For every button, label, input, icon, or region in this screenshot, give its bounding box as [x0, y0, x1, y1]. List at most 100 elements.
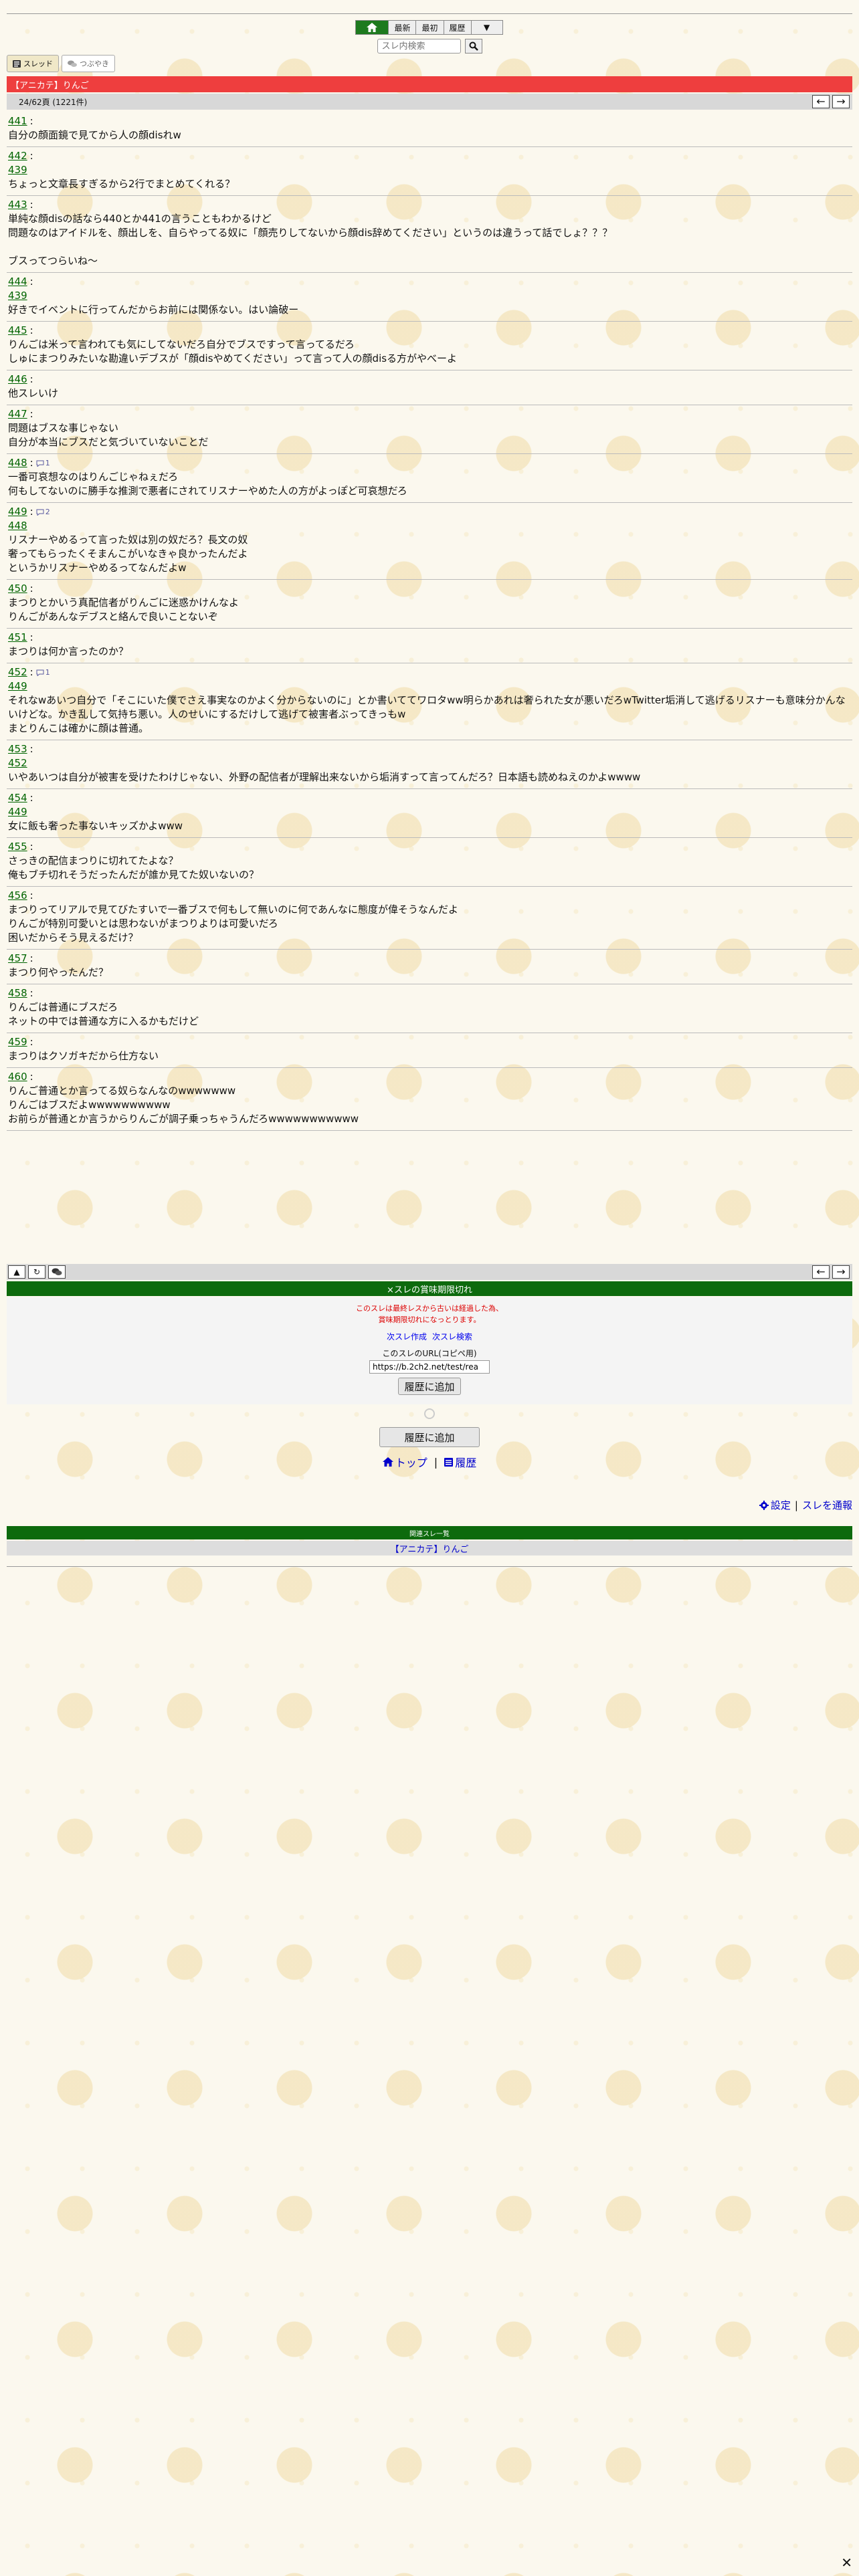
reply-anchor-link[interactable]: 448	[8, 519, 851, 533]
post-body-line: まつりはクソガキだから仕方ない	[8, 1050, 159, 1062]
post-header: 448: 1	[8, 456, 851, 470]
settings-links: 設定 | スレを通報	[759, 1498, 852, 1512]
reply-count-badge[interactable]: 2	[36, 505, 50, 519]
page-info: 24/62頁 (1221件)	[19, 97, 88, 107]
post-body-line: 問題はブスな事じゃない	[8, 422, 119, 434]
bottom-page-arrows: ← →	[812, 1265, 850, 1279]
post-body-line: 俺もブチ切れそうだったんだが誰か見てた奴いないの？	[8, 869, 260, 881]
next-page-button[interactable]: →	[832, 95, 850, 108]
post-body-line: 女に飯も奢った事ないキッズかよwww	[8, 820, 183, 832]
top-divider	[7, 13, 852, 14]
post-item: 451: まつりは何か言ったのか？	[7, 629, 852, 663]
post-header: 442:	[8, 149, 851, 163]
post-number-link[interactable]: 448	[8, 456, 27, 470]
post-item: 452: 1 449 それなwあいつ自分で「そこにいた僕でさえ事実なのかよく分からない…	[7, 663, 852, 740]
post-number-link[interactable]: 459	[8, 1035, 27, 1049]
post-colon: :	[29, 115, 33, 127]
tsubuyaki-mode-button[interactable]: つぶやき	[62, 55, 115, 72]
history-link[interactable]: 履歴	[444, 1454, 476, 1470]
post-number-link[interactable]: 450	[8, 582, 27, 596]
post-colon: :	[29, 952, 33, 964]
post-number-link[interactable]: 445	[8, 324, 27, 338]
post-number-link[interactable]: 449	[8, 505, 27, 519]
post-number-link[interactable]: 447	[8, 407, 27, 421]
post-header: 453:	[8, 742, 851, 756]
latest-button[interactable]: 最新	[388, 20, 417, 35]
reply-count: 2	[45, 508, 50, 516]
post-item: 445: りんごは米って言われても気にしてないだろ自分でブスですって言ってるだろし…	[7, 322, 852, 370]
speech-bubble-icon	[36, 460, 44, 467]
reply-count-badge[interactable]: 1	[36, 456, 50, 470]
menu-dropdown-button[interactable]: ▼	[470, 20, 503, 35]
first-button[interactable]: 最初	[415, 20, 444, 35]
post-header: 445:	[8, 324, 851, 338]
post-number-link[interactable]: 452	[8, 665, 27, 679]
thread-url-field[interactable]	[369, 1360, 490, 1374]
home-button[interactable]	[355, 20, 389, 35]
prev-page-button[interactable]: ←	[812, 95, 830, 108]
add-history-button[interactable]: 履歴に追加	[398, 1378, 461, 1395]
post-number-link[interactable]: 443	[8, 198, 27, 212]
footer-links: トップ | 履歴	[0, 1454, 859, 1470]
post-header: 459:	[8, 1035, 851, 1049]
top-link[interactable]: トップ	[382, 1454, 427, 1470]
reply-anchor-link[interactable]: 449	[8, 679, 851, 693]
reply-anchor-link[interactable]: 439	[8, 163, 851, 177]
history-button[interactable]: 履歴	[443, 20, 472, 35]
post-number-link[interactable]: 442	[8, 149, 27, 163]
post-body-line: 何もしてないのに勝手な推測で悪者にされてリスナーやめた人の方がよっぽど可哀想だろ	[8, 485, 407, 497]
add-history-button-2[interactable]: 履歴に追加	[379, 1427, 480, 1447]
arrow-left-icon: ←	[816, 1265, 826, 1278]
reply-anchor-link[interactable]: 452	[8, 756, 851, 770]
speech-bubbles-icon	[52, 1268, 62, 1275]
post-header: 458:	[8, 986, 851, 1000]
post-body-line: りんご普通とか言ってる奴らなんなのwwwwwww	[8, 1085, 236, 1097]
reload-button[interactable]: ↻	[28, 1265, 45, 1279]
reply-anchor-link[interactable]: 439	[8, 289, 851, 303]
home-icon	[382, 1457, 393, 1467]
thread-search-input[interactable]	[377, 39, 461, 53]
post-item: 443: 単純な顔disの話なら440とか441の言うこともわかるけど 問題なのはア…	[7, 196, 852, 273]
settings-link[interactable]: 設定	[759, 1498, 791, 1512]
history-link-label: 履歴	[455, 1457, 477, 1469]
tsubuyaki-button[interactable]	[48, 1265, 66, 1279]
post-number-link[interactable]: 456	[8, 889, 27, 903]
scroll-top-button[interactable]: ▲	[8, 1265, 25, 1279]
post-number-link[interactable]: 455	[8, 840, 27, 854]
reply-count-badge[interactable]: 1	[36, 665, 50, 679]
thread-mode-button[interactable]: スレッド	[7, 55, 59, 72]
search-button[interactable]	[464, 39, 482, 53]
speech-bubble-icon	[36, 509, 44, 516]
reply-count: 1	[45, 668, 50, 677]
next-thread-search-link[interactable]: 次スレ検索	[432, 1332, 472, 1341]
post-number-link[interactable]: 441	[8, 114, 27, 128]
close-icon[interactable]: ✕	[841, 2555, 852, 2571]
triangle-up-icon: ▲	[13, 1267, 20, 1277]
post-number-link[interactable]: 453	[8, 742, 27, 756]
bottom-next-page-button[interactable]: →	[832, 1265, 850, 1279]
post-number-link[interactable]: 446	[8, 372, 27, 387]
reply-anchor-link[interactable]: 449	[8, 805, 851, 819]
post-item: 444:439 好きでイベントに行ってんだからお前には関係ない。はい論破ー	[7, 273, 852, 322]
post-body-line: 他スレいけ	[8, 387, 59, 399]
post-item: 459: まつりはクソガキだから仕方ない	[7, 1033, 852, 1068]
post-number-link[interactable]: 458	[8, 986, 27, 1000]
report-thread-link[interactable]: スレを通報	[802, 1498, 852, 1512]
expired-message-2: 賞味期限切れになっとります。	[378, 1315, 481, 1324]
post-colon: :	[29, 1036, 33, 1048]
post-number-link[interactable]: 451	[8, 631, 27, 645]
bottom-prev-page-button[interactable]: ←	[812, 1265, 830, 1279]
related-thread-link[interactable]: 【アニカテ】りんご	[391, 1542, 469, 1555]
post-colon: :	[29, 743, 33, 755]
post-number-link[interactable]: 444	[8, 275, 27, 289]
post-number-link[interactable]: 457	[8, 952, 27, 966]
next-thread-create-link[interactable]: 次スレ作成	[387, 1332, 427, 1341]
post-number-link[interactable]: 454	[8, 791, 27, 805]
post-body-line: りんごは米って言われても気にしてないだろ自分でブスですって言ってるだろ	[8, 338, 355, 350]
expired-panel: このスレは最終レスから古いは経過した為、 賞味期限切れになっとります。 次スレ作…	[7, 1297, 852, 1404]
gear-icon	[759, 1500, 769, 1510]
post-body-line: リスナーやめるって言った奴は別の奴だろ？長文の奴	[8, 534, 248, 546]
post-item: 448: 1 一番可哀想なのはりんごじゃねぇだろ 何もしてないのに勝手な推測で悪者にさ…	[7, 454, 852, 503]
post-number-link[interactable]: 460	[8, 1070, 27, 1084]
loading-spinner-icon	[424, 1408, 435, 1419]
